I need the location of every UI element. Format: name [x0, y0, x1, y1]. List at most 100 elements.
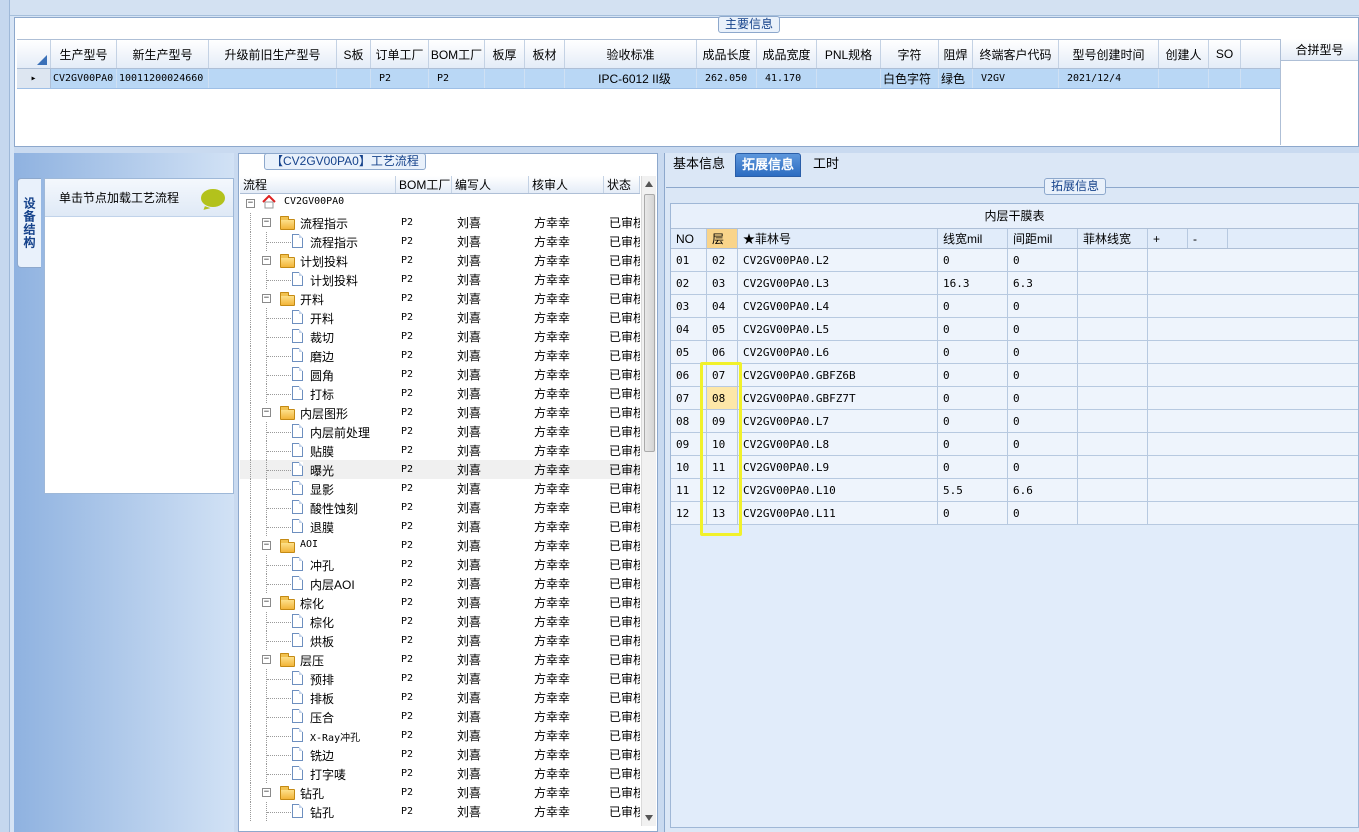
film-cell-film[interactable]: CV2GV00PA0.L7 — [738, 410, 938, 432]
tree-node-row[interactable]: 压合 P2 刘喜 方幸幸 已审核 — [240, 707, 640, 726]
remove-row-button[interactable]: - — [1188, 229, 1228, 248]
film-table-row[interactable]: 12 13 CV2GV00PA0.L11 0 0 — [671, 502, 1358, 525]
main-grid-row[interactable]: ▸ CV2GV00PA0 10011200024660 P2 P2 IPC-6012 II… — [17, 69, 1282, 89]
tree-folder-row[interactable]: − 层压 P2 刘喜 方幸幸 已审核 — [240, 650, 640, 669]
film-cell-sp[interactable]: 0 — [1008, 387, 1078, 409]
tree-flow-cell[interactable]: 钻孔 — [240, 802, 396, 821]
film-cell-film[interactable]: CV2GV00PA0.L6 — [738, 341, 938, 363]
scroll-down-icon[interactable] — [645, 815, 653, 821]
film-cell-lw[interactable]: 0 — [938, 387, 1008, 409]
scroll-thumb[interactable] — [644, 194, 655, 452]
film-table-row[interactable]: 04 05 CV2GV00PA0.L5 0 0 — [671, 318, 1358, 341]
film-cell-lw[interactable]: 0 — [938, 364, 1008, 386]
tree-flow-cell[interactable]: 排板 — [240, 688, 396, 707]
tree-flow-cell[interactable]: − 层压 — [240, 650, 396, 669]
film-cell-sp[interactable]: 6.3 — [1008, 272, 1078, 294]
film-table-row[interactable]: 09 10 CV2GV00PA0.L8 0 0 — [671, 433, 1358, 456]
tree-flow-cell[interactable]: − CV2GV00PA0 — [240, 194, 396, 213]
tree-flow-cell[interactable]: 压合 — [240, 707, 396, 726]
film-cell-film[interactable]: CV2GV00PA0.L5 — [738, 318, 938, 340]
film-table-row[interactable]: 06 07 CV2GV00PA0.GBFZ6B 0 0 — [671, 364, 1358, 387]
film-cell-layer[interactable]: 04 — [707, 295, 738, 317]
film-column-header[interactable]: 菲林线宽 — [1078, 229, 1148, 248]
tree-folder-row[interactable]: − 流程指示 P2 刘喜 方幸幸 已审核 — [240, 213, 640, 232]
film-column-header[interactable]: ★菲林号 — [738, 229, 938, 248]
speech-bubble-icon[interactable] — [201, 189, 225, 207]
process-column-header[interactable]: 编写人 — [452, 176, 529, 193]
tree-flow-cell[interactable]: − 计划投料 — [240, 251, 396, 270]
tree-node-row[interactable]: 酸性蚀刻 P2 刘喜 方幸幸 已审核 — [240, 498, 640, 517]
film-cell-sp[interactable]: 0 — [1008, 433, 1078, 455]
film-cell-film[interactable]: CV2GV00PA0.L3 — [738, 272, 938, 294]
film-cell-flw[interactable] — [1078, 502, 1148, 524]
tree-flow-cell[interactable]: 开料 — [240, 308, 396, 327]
film-cell-no[interactable]: 03 — [671, 295, 707, 317]
film-cell-sp[interactable]: 6.6 — [1008, 479, 1078, 501]
film-cell-lw[interactable]: 0 — [938, 318, 1008, 340]
tree-flow-cell[interactable]: 计划投料 — [240, 270, 396, 289]
tree-flow-cell[interactable]: 退膜 — [240, 517, 396, 536]
film-cell-sp[interactable]: 0 — [1008, 502, 1078, 524]
collapse-icon[interactable]: − — [262, 655, 271, 664]
select-all-corner[interactable] — [17, 40, 51, 68]
film-table-row[interactable]: 01 02 CV2GV00PA0.L2 0 0 — [671, 249, 1358, 272]
film-table-row[interactable]: 02 03 CV2GV00PA0.L3 16.3 6.3 — [671, 272, 1358, 295]
film-cell-layer[interactable]: 03 — [707, 272, 738, 294]
tree-node-row[interactable]: 排板 P2 刘喜 方幸幸 已审核 — [240, 688, 640, 707]
process-column-header[interactable]: 核审人 — [529, 176, 604, 193]
tree-flow-cell[interactable]: 显影 — [240, 479, 396, 498]
tree-folder-row[interactable]: − 内层图形 P2 刘喜 方幸幸 已审核 — [240, 403, 640, 422]
tree-node-row[interactable]: 钻孔 P2 刘喜 方幸幸 已审核 — [240, 802, 640, 821]
tree-node-row[interactable]: 冲孔 P2 刘喜 方幸幸 已审核 — [240, 555, 640, 574]
film-cell-lw[interactable]: 0 — [938, 249, 1008, 271]
collapse-icon[interactable]: − — [262, 541, 271, 550]
tree-flow-cell[interactable]: − 内层图形 — [240, 403, 396, 422]
tree-flow-cell[interactable]: 内层前处理 — [240, 422, 396, 441]
film-cell-no[interactable]: 04 — [671, 318, 707, 340]
tree-node-row[interactable]: 圆角 P2 刘喜 方幸幸 已审核 — [240, 365, 640, 384]
tree-flow-cell[interactable]: 烘板 — [240, 631, 396, 650]
film-cell-flw[interactable] — [1078, 295, 1148, 317]
merge-model-header[interactable]: 合拼型号 — [1281, 39, 1358, 61]
tree-flow-cell[interactable]: 内层AOI — [240, 574, 396, 593]
tree-flow-cell[interactable]: 冲孔 — [240, 555, 396, 574]
tree-flow-cell[interactable]: − 流程指示 — [240, 213, 396, 232]
film-cell-sp[interactable]: 0 — [1008, 295, 1078, 317]
tree-node-row[interactable]: 打标 P2 刘喜 方幸幸 已审核 — [240, 384, 640, 403]
process-column-header[interactable]: 状态 — [604, 176, 640, 193]
film-cell-no[interactable]: 02 — [671, 272, 707, 294]
tab-extended-info[interactable]: 拓展信息 — [735, 153, 802, 177]
scroll-up-icon[interactable] — [645, 181, 653, 187]
film-cell-no[interactable]: 05 — [671, 341, 707, 363]
film-cell-lw[interactable]: 0 — [938, 456, 1008, 478]
film-cell-sp[interactable]: 0 — [1008, 249, 1078, 271]
film-cell-sp[interactable]: 0 — [1008, 410, 1078, 432]
tree-node-row[interactable]: 内层AOI P2 刘喜 方幸幸 已审核 — [240, 574, 640, 593]
film-cell-film[interactable]: CV2GV00PA0.GBFZ6B — [738, 364, 938, 386]
film-cell-film[interactable]: CV2GV00PA0.L4 — [738, 295, 938, 317]
film-cell-lw[interactable]: 0 — [938, 433, 1008, 455]
tree-flow-cell[interactable]: − 棕化 — [240, 593, 396, 612]
tree-node-row[interactable]: 贴膜 P2 刘喜 方幸幸 已审核 — [240, 441, 640, 460]
film-cell-flw[interactable] — [1078, 456, 1148, 478]
collapse-icon[interactable]: − — [262, 218, 271, 227]
tab-work-hours[interactable]: 工时 — [807, 153, 845, 177]
tree-node-row[interactable]: 棕化 P2 刘喜 方幸幸 已审核 — [240, 612, 640, 631]
tree-flow-cell[interactable]: 预排 — [240, 669, 396, 688]
tree-folder-row[interactable]: − AOI P2 刘喜 方幸幸 已审核 — [240, 536, 640, 555]
tree-root-row[interactable]: − CV2GV00PA0 — [240, 194, 640, 213]
film-cell-flw[interactable] — [1078, 249, 1148, 271]
film-column-header[interactable]: NO — [671, 229, 707, 248]
film-cell-film[interactable]: CV2GV00PA0.L9 — [738, 456, 938, 478]
film-cell-sp[interactable]: 0 — [1008, 318, 1078, 340]
tree-folder-row[interactable]: − 开料 P2 刘喜 方幸幸 已审核 — [240, 289, 640, 308]
film-cell-lw[interactable]: 0 — [938, 341, 1008, 363]
tree-node-row[interactable]: 裁切 P2 刘喜 方幸幸 已审核 — [240, 327, 640, 346]
film-column-header[interactable]: 线宽mil — [938, 229, 1008, 248]
add-row-button[interactable]: + — [1148, 229, 1188, 248]
tree-folder-row[interactable]: − 钻孔 P2 刘喜 方幸幸 已审核 — [240, 783, 640, 802]
tree-flow-cell[interactable]: − 钻孔 — [240, 783, 396, 802]
tree-flow-cell[interactable]: 磨边 — [240, 346, 396, 365]
collapse-icon[interactable]: − — [246, 199, 255, 208]
film-table-row[interactable]: 11 12 CV2GV00PA0.L10 5.5 6.6 — [671, 479, 1358, 502]
